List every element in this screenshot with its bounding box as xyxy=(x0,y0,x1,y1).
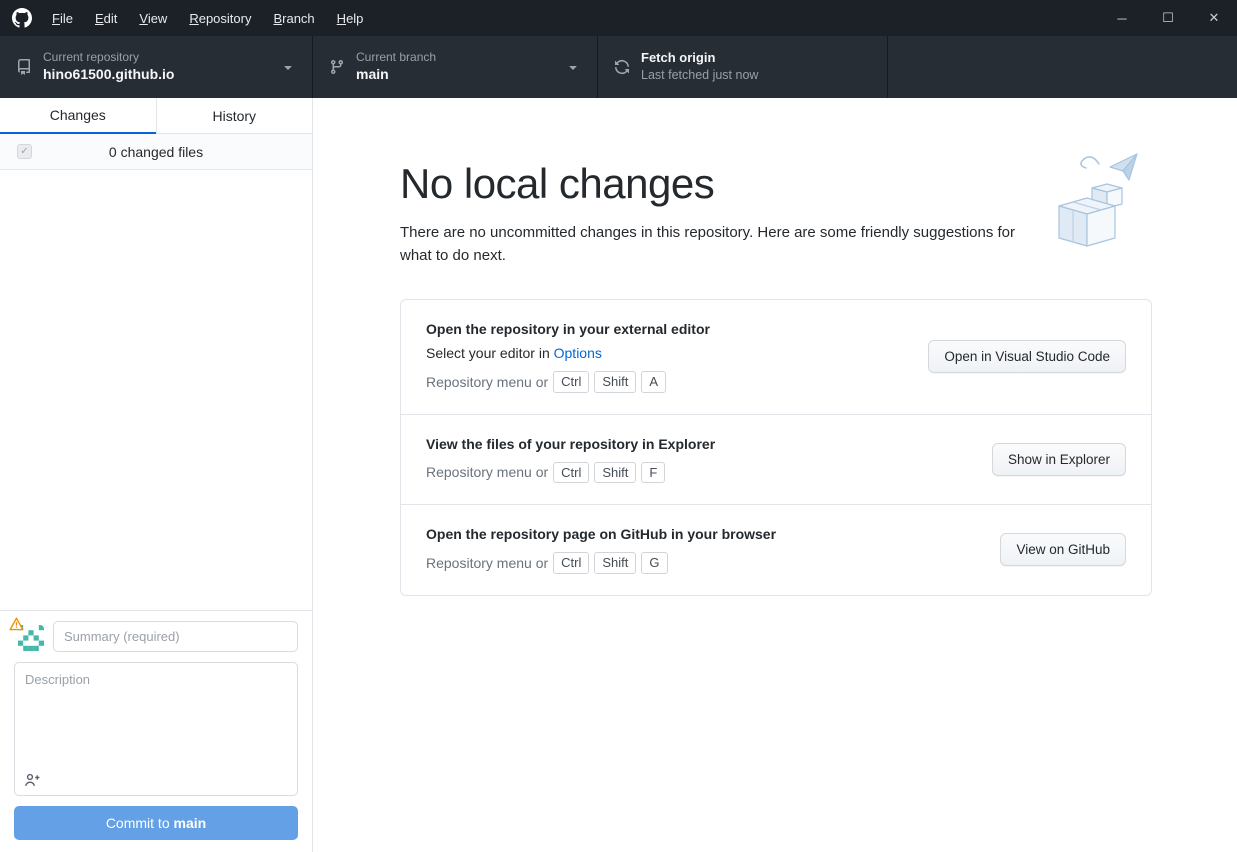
sidebar-tabs: Changes History xyxy=(0,98,312,134)
changes-file-list xyxy=(0,170,312,610)
chevron-down-icon xyxy=(284,66,292,70)
suggestion-title: Open the repository page on GitHub in yo… xyxy=(426,526,777,543)
current-repository-label: Current repository xyxy=(43,50,140,65)
key-shift: Shift xyxy=(594,461,637,484)
tab-history[interactable]: History xyxy=(155,98,312,134)
key-shift: Shift xyxy=(594,371,637,393)
github-desktop-window: File Edit View Repository Branch Help ─ … xyxy=(0,0,1237,852)
shortcut-hint: Repository menu or Ctrl Shift A xyxy=(426,371,710,393)
suggestion-open-editor: Open the repository in your external edi… xyxy=(401,300,1151,414)
current-branch-dropdown[interactable]: Current branch main xyxy=(313,36,598,98)
select-all-checkbox xyxy=(17,144,32,159)
menu-edit[interactable]: Edit xyxy=(84,0,128,36)
open-in-vscode-button[interactable]: Open in Visual Studio Code xyxy=(928,340,1126,374)
summary-input[interactable] xyxy=(53,621,298,652)
main-panel: No local changes There are no uncommitte… xyxy=(313,98,1237,852)
shortcut-hint: Repository menu or Ctrl Shift G xyxy=(426,552,776,574)
key-g: G xyxy=(641,552,668,574)
current-branch-label: Current branch xyxy=(356,50,437,65)
minimize-button[interactable]: ─ xyxy=(1099,0,1145,36)
add-coauthor-button[interactable] xyxy=(24,772,41,788)
view-on-github-button[interactable]: View on GitHub xyxy=(1000,533,1126,567)
fetch-origin-button[interactable]: Fetch origin Last fetched just now xyxy=(598,36,888,98)
menu-file[interactable]: File xyxy=(41,0,84,36)
suggestions-card: Open the repository in your external edi… xyxy=(400,299,1152,596)
person-add-icon xyxy=(25,773,40,787)
description-box xyxy=(14,662,298,796)
suggestion-title: Open the repository in your external edi… xyxy=(426,321,710,337)
key-a: A xyxy=(641,371,667,393)
key-f: F xyxy=(641,461,666,484)
git-branch-icon xyxy=(330,60,343,75)
sidebar: Changes History 0 changed files xyxy=(0,98,313,852)
repo-icon xyxy=(17,59,30,75)
close-button[interactable]: ✕ xyxy=(1191,0,1237,36)
key-ctrl: Ctrl xyxy=(553,461,590,484)
suggestion-view-on-github: Open the repository page on GitHub in yo… xyxy=(401,504,1151,595)
suggestion-title: View the files of your repository in Exp… xyxy=(426,435,716,452)
tab-changes[interactable]: Changes xyxy=(0,98,156,134)
menu-repository[interactable]: Repository xyxy=(178,0,262,36)
toolbar: Current repository hino61500.github.io C… xyxy=(0,36,1237,98)
titlebar: File Edit View Repository Branch Help ─ … xyxy=(0,0,1237,36)
github-logo-icon xyxy=(12,8,32,28)
menu-view[interactable]: View xyxy=(128,0,178,36)
suggestion-show-explorer: View the files of your repository in Exp… xyxy=(401,413,1151,505)
key-ctrl: Ctrl xyxy=(553,552,590,574)
fetch-origin-label: Fetch origin xyxy=(641,50,716,66)
warning-triangle-icon xyxy=(9,617,24,636)
key-shift: Shift xyxy=(594,552,637,574)
shortcut-hint: Repository menu or Ctrl Shift F xyxy=(426,461,715,484)
changed-files-header: 0 changed files xyxy=(0,134,312,170)
key-ctrl: Ctrl xyxy=(553,371,590,393)
current-repository-dropdown[interactable]: Current repository hino61500.github.io xyxy=(0,36,313,98)
window-controls: ─ ☐ ✕ xyxy=(1099,0,1237,36)
options-link[interactable]: Options xyxy=(554,345,602,361)
changed-files-count: 0 changed files xyxy=(108,143,204,160)
no-changes-illustration-icon xyxy=(1037,150,1157,252)
current-branch-value: main xyxy=(356,66,389,83)
fetch-origin-status: Last fetched just now xyxy=(641,68,759,83)
description-input[interactable] xyxy=(15,663,297,765)
menu-branch[interactable]: Branch xyxy=(262,0,325,36)
commit-form: Commit to main xyxy=(0,610,312,852)
menubar: File Edit View Repository Branch Help xyxy=(41,0,374,36)
current-repository-value: hino61500.github.io xyxy=(43,66,175,83)
editor-select-line: Select your editor in Options xyxy=(426,345,602,361)
commit-button[interactable]: Commit to main xyxy=(14,806,298,840)
commit-author xyxy=(9,617,44,651)
page-subtitle: There are no uncommitted changes in this… xyxy=(400,224,1016,264)
menu-help[interactable]: Help xyxy=(326,0,375,36)
maximize-button[interactable]: ☐ xyxy=(1145,0,1191,36)
show-in-explorer-button[interactable]: Show in Explorer xyxy=(991,442,1126,476)
sync-icon xyxy=(615,60,629,74)
chevron-down-icon xyxy=(569,66,577,70)
